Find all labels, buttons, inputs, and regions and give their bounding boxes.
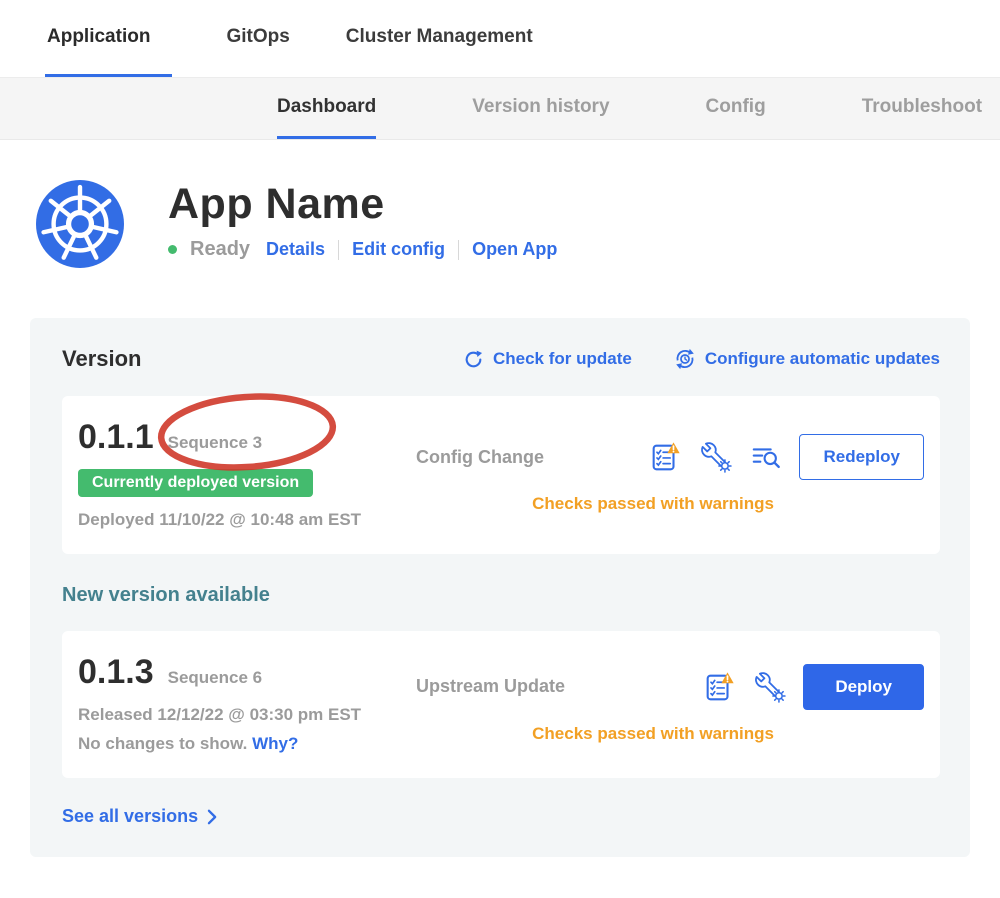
tab-troubleshoot[interactable]: Troubleshoot — [862, 78, 982, 139]
configure-automatic-updates-label: Configure automatic updates — [705, 349, 940, 369]
released-timestamp: Released 12/12/22 @ 03:30 pm EST — [78, 705, 408, 725]
no-changes-text: No changes to show. — [78, 734, 247, 753]
auto-update-icon — [674, 348, 696, 370]
available-sequence-label: Sequence 6 — [168, 668, 263, 688]
preflight-checks-icon[interactable] — [701, 670, 737, 704]
current-checks-status: Checks passed with warnings — [532, 494, 774, 514]
current-sequence-label: Sequence 3 — [168, 433, 263, 453]
new-version-heading: New version available — [62, 584, 940, 607]
page-title: App Name — [168, 180, 557, 229]
app-status-row: Ready Details Edit config Open App — [168, 238, 557, 261]
deployed-version-badge: Currently deployed version — [78, 469, 313, 497]
deployed-timestamp: Deployed 11/10/22 @ 10:48 am EST — [78, 510, 408, 530]
why-link[interactable]: Why? — [252, 734, 298, 753]
edit-config-icon[interactable] — [753, 671, 787, 703]
chevron-right-icon — [207, 809, 218, 825]
tab-application[interactable]: Application — [45, 0, 172, 77]
open-app-link[interactable]: Open App — [472, 239, 557, 260]
no-changes-row: No changes to show. Why? — [78, 734, 408, 754]
current-version-card: 0.1.1 Sequence 3 Currently deployed vers… — [62, 396, 940, 554]
edit-config-icon[interactable] — [699, 441, 733, 473]
see-all-versions-link[interactable]: See all versions — [62, 806, 940, 827]
current-release-type: Config Change — [416, 447, 544, 468]
available-checks-status: Checks passed with warnings — [532, 724, 774, 744]
tab-dashboard[interactable]: Dashboard — [277, 78, 376, 139]
edit-config-link[interactable]: Edit config — [352, 239, 445, 260]
tab-version-history[interactable]: Version history — [472, 78, 609, 139]
tab-cluster-management[interactable]: Cluster Management — [344, 0, 535, 77]
kubernetes-logo — [36, 180, 124, 268]
available-release-type: Upstream Update — [416, 676, 565, 697]
check-for-update-button[interactable]: Check for update — [463, 349, 632, 370]
divider — [458, 240, 459, 260]
redeploy-button[interactable]: Redeploy — [799, 434, 924, 480]
tab-config[interactable]: Config — [706, 78, 766, 139]
version-heading: Version — [62, 346, 141, 372]
current-version-number: 0.1.1 — [78, 418, 154, 457]
available-version-card: 0.1.3 Sequence 6 Released 12/12/22 @ 03:… — [62, 631, 940, 778]
gear-icon — [719, 460, 731, 472]
available-version-number: 0.1.3 — [78, 653, 154, 692]
see-all-versions-label: See all versions — [62, 806, 198, 827]
check-for-update-label: Check for update — [493, 349, 632, 369]
refresh-icon — [463, 349, 484, 370]
app-header: App Name Ready Details Edit config Open … — [0, 140, 1000, 268]
tab-gitops[interactable]: GitOps — [224, 0, 291, 77]
app-sub-nav: Dashboard Version history Config Trouble… — [0, 78, 1000, 140]
divider — [338, 240, 339, 260]
configure-automatic-updates-button[interactable]: Configure automatic updates — [674, 348, 940, 370]
view-diff-icon[interactable] — [749, 441, 783, 473]
deploy-button[interactable]: Deploy — [803, 664, 924, 710]
version-panel: Version Check for update — [30, 318, 970, 857]
primary-nav: Application GitOps Cluster Management — [0, 0, 1000, 78]
status-dot — [168, 245, 177, 254]
status-text: Ready — [190, 238, 250, 261]
preflight-checks-icon[interactable] — [647, 440, 683, 474]
details-link[interactable]: Details — [266, 239, 325, 260]
gear-icon — [773, 689, 785, 701]
